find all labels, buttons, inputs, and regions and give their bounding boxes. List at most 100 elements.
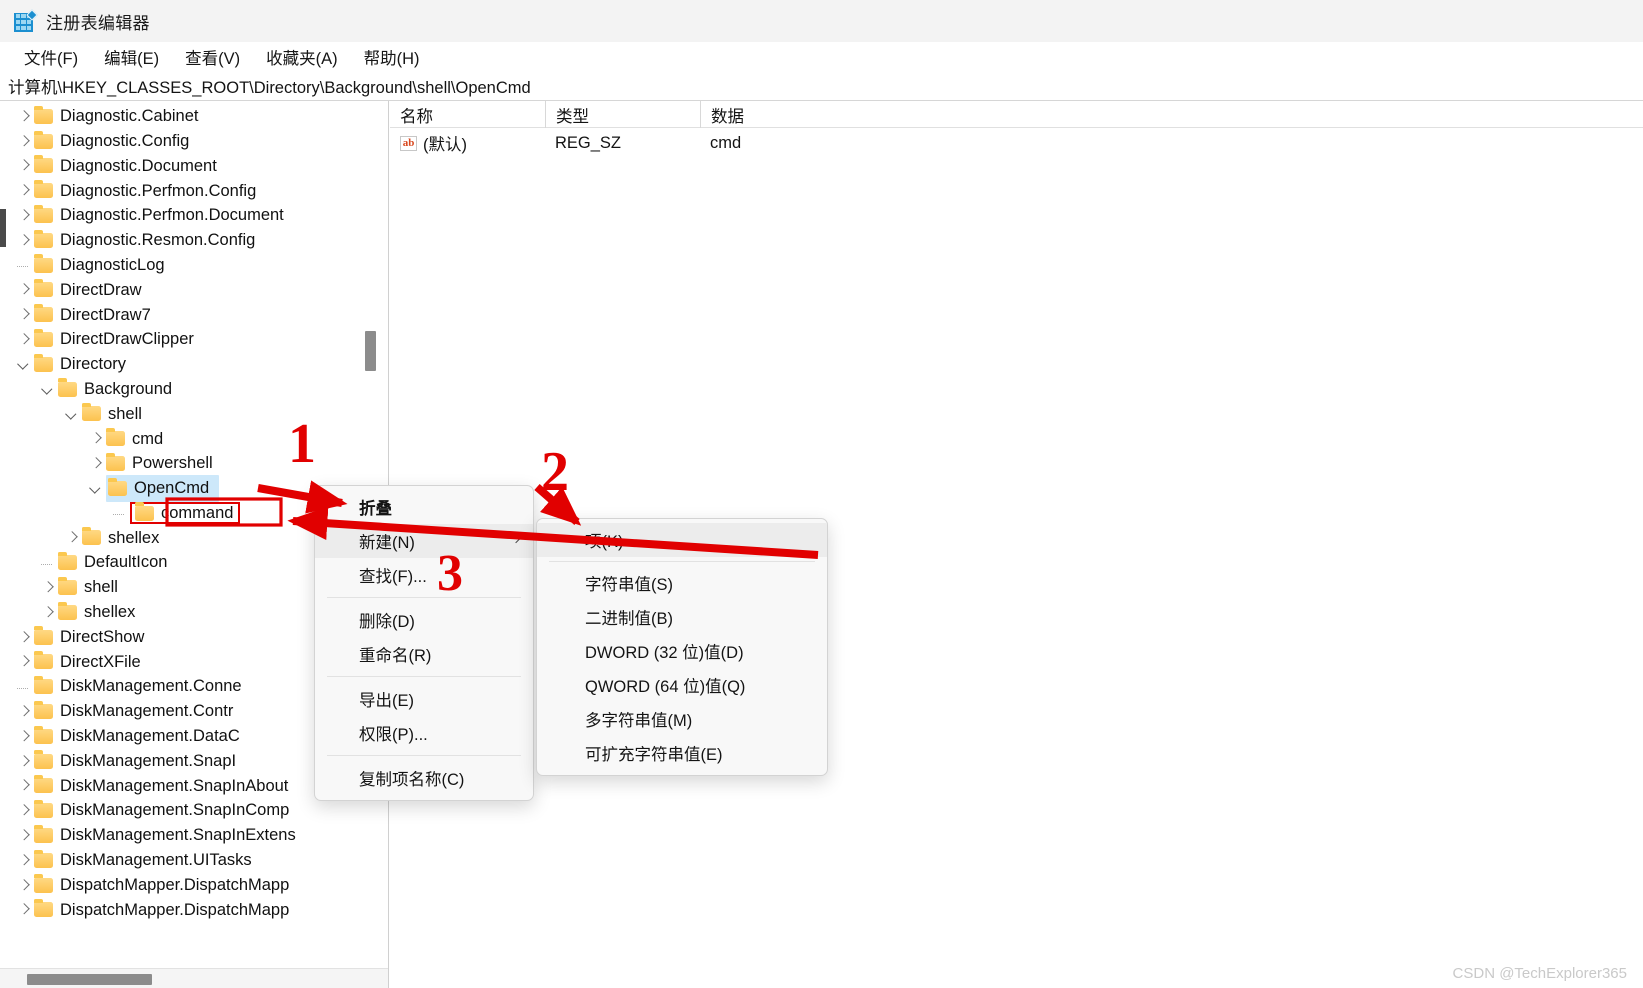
context-menu-item[interactable]: 查找(F)... xyxy=(315,558,533,592)
submenu-item[interactable]: 二进制值(B) xyxy=(537,600,827,634)
submenu-item-label: 字符串值(S) xyxy=(585,571,673,595)
tree-item-content: DiskManagement.SnapI xyxy=(34,753,236,770)
tree-item-directxfile[interactable]: DirectXFile xyxy=(0,650,366,675)
tree-item-shell[interactable]: shell xyxy=(0,575,366,600)
chevron-right-icon[interactable] xyxy=(14,826,34,846)
submenu-item[interactable]: 多字符串值(M) xyxy=(537,702,827,736)
tree-item-diskmanagement-uitasks[interactable]: DiskManagement.UITasks xyxy=(0,848,366,873)
chevron-down-icon[interactable] xyxy=(38,379,58,399)
chevron-right-icon[interactable] xyxy=(14,900,34,920)
submenu-item[interactable]: QWORD (64 位)值(Q) xyxy=(537,668,827,702)
chevron-right-icon[interactable] xyxy=(14,181,34,201)
chevron-right-icon[interactable] xyxy=(38,578,58,598)
chevron-right-icon[interactable] xyxy=(14,850,34,870)
tree-horizontal-scrollbar[interactable] xyxy=(0,968,388,988)
tree-item-directdraw[interactable]: DirectDraw xyxy=(0,278,366,303)
tree-item-diskmanagement-snapi[interactable]: DiskManagement.SnapI xyxy=(0,749,366,774)
tree-item-directory[interactable]: Directory xyxy=(0,352,366,377)
tree-item-diagnostic-resmon-config[interactable]: Diagnostic.Resmon.Config xyxy=(0,228,366,253)
tree-item-label: shellex xyxy=(108,530,159,547)
column-header-type[interactable]: 类型 xyxy=(545,101,700,128)
column-header-data[interactable]: 数据 xyxy=(700,101,1115,128)
chevron-right-icon[interactable] xyxy=(14,751,34,771)
tree-item-label: OpenCmd xyxy=(131,477,213,500)
tree-item-diskmanagement-conne[interactable]: DiskManagement.Conne xyxy=(0,674,366,699)
tree-horizontal-scroll-thumb[interactable] xyxy=(27,974,152,985)
menu-item-help[interactable]: 帮助(H) xyxy=(352,43,434,71)
submenu-item[interactable]: 可扩充字符串值(E) xyxy=(537,736,827,770)
chevron-right-icon[interactable] xyxy=(14,652,34,672)
submenu-item[interactable]: 字符串值(S) xyxy=(537,566,827,600)
chevron-right-icon[interactable] xyxy=(14,702,34,722)
context-menu-item[interactable]: 删除(D) xyxy=(315,603,533,637)
table-row[interactable]: ab (默认) REG_SZ cmd xyxy=(390,129,1643,157)
context-menu-item[interactable]: 重命名(R) xyxy=(315,637,533,671)
chevron-right-icon[interactable] xyxy=(14,330,34,350)
tree-item-content: DispatchMapper.DispatchMapp xyxy=(34,877,289,894)
chevron-right-icon[interactable] xyxy=(14,106,34,126)
tree-item-directdrawclipper[interactable]: DirectDrawClipper xyxy=(0,327,366,352)
chevron-right-icon[interactable] xyxy=(14,726,34,746)
tree-item-background[interactable]: Background xyxy=(0,377,366,402)
tree-item-dispatchmapper-dispatchmapp[interactable]: DispatchMapper.DispatchMapp xyxy=(0,873,366,898)
chevron-right-icon[interactable] xyxy=(14,776,34,796)
chevron-right-icon[interactable] xyxy=(14,230,34,250)
tree-item-dispatchmapper-dispatchmapp[interactable]: DispatchMapper.DispatchMapp xyxy=(0,898,366,923)
menu-item-favorites[interactable]: 收藏夹(A) xyxy=(254,43,352,71)
chevron-right-icon[interactable] xyxy=(14,627,34,647)
context-menu-item[interactable]: 折叠 xyxy=(315,490,533,524)
submenu-item[interactable]: 项(K) xyxy=(537,523,827,557)
tree-item-diskmanagement-snapinabout[interactable]: DiskManagement.SnapInAbout xyxy=(0,774,366,799)
chevron-right-icon[interactable] xyxy=(38,602,58,622)
tree-item-diagnostic-config[interactable]: Diagnostic.Config xyxy=(0,129,366,154)
tree-item-diagnostic-cabinet[interactable]: Diagnostic.Cabinet xyxy=(0,104,366,129)
string-value-icon: ab xyxy=(400,136,417,151)
tree-item-diskmanagement-snapincomp[interactable]: DiskManagement.SnapInComp xyxy=(0,798,366,823)
tree-item-diagnosticlog[interactable]: DiagnosticLog xyxy=(0,253,366,278)
tree-item-content: Diagnostic.Perfmon.Config xyxy=(34,183,256,200)
chevron-right-icon[interactable] xyxy=(62,528,82,548)
chevron-right-icon[interactable] xyxy=(14,305,34,325)
address-bar[interactable]: 计算机\HKEY_CLASSES_ROOT\Directory\Backgrou… xyxy=(0,72,1643,101)
menu-bar: 文件(F) 编辑(E) 查看(V) 收藏夹(A) 帮助(H) xyxy=(0,42,1643,72)
column-header-name[interactable]: 名称 xyxy=(390,101,545,128)
chevron-right-icon[interactable] xyxy=(14,206,34,226)
chevron-right-icon[interactable] xyxy=(14,280,34,300)
tree-item-diskmanagement-datac[interactable]: DiskManagement.DataC xyxy=(0,724,366,749)
tree-item-diskmanagement-contr[interactable]: DiskManagement.Contr xyxy=(0,699,366,724)
tree-item-diagnostic-document[interactable]: Diagnostic.Document xyxy=(0,154,366,179)
context-menu-item[interactable]: 权限(P)... xyxy=(315,716,533,750)
folder-icon xyxy=(108,481,127,496)
chevron-right-icon[interactable] xyxy=(14,131,34,151)
menu-item-edit[interactable]: 编辑(E) xyxy=(92,43,173,71)
tree-item-diagnostic-perfmon-document[interactable]: Diagnostic.Perfmon.Document xyxy=(0,203,366,228)
submenu-item[interactable]: DWORD (32 位)值(D) xyxy=(537,634,827,668)
chevron-down-icon[interactable] xyxy=(14,354,34,374)
menu-item-file[interactable]: 文件(F) xyxy=(12,43,92,71)
chevron-right-icon[interactable] xyxy=(86,429,106,449)
context-menu-item[interactable]: 导出(E) xyxy=(315,682,533,716)
tree-vertical-scroll-thumb[interactable] xyxy=(365,331,376,371)
tree-item-directshow[interactable]: DirectShow xyxy=(0,625,366,650)
tree-item-defaulticon[interactable]: DefaultIcon xyxy=(0,550,366,575)
chevron-right-icon[interactable] xyxy=(14,156,34,176)
tree-item-label: DirectDrawClipper xyxy=(60,331,194,348)
folder-icon xyxy=(34,134,53,149)
chevron-right-icon[interactable] xyxy=(14,801,34,821)
tree-item-diagnostic-perfmon-config[interactable]: Diagnostic.Perfmon.Config xyxy=(0,178,366,203)
chevron-down-icon[interactable] xyxy=(62,404,82,424)
chevron-down-icon[interactable] xyxy=(86,478,106,498)
tree-item-shellex[interactable]: shellex xyxy=(0,526,366,551)
chevron-right-icon[interactable] xyxy=(14,875,34,895)
tree-item-opencmd[interactable]: OpenCmd xyxy=(0,476,366,501)
folder-icon xyxy=(34,282,53,297)
tree-item-shellex[interactable]: shellex xyxy=(0,600,366,625)
submenu-item-label: 可扩充字符串值(E) xyxy=(585,741,723,765)
tree-item-diskmanagement-snapinextens[interactable]: DiskManagement.SnapInExtens xyxy=(0,823,366,848)
tree-item-command[interactable]: command xyxy=(0,501,366,526)
context-menu-item[interactable]: 新建(N) xyxy=(315,524,533,558)
chevron-right-icon[interactable] xyxy=(86,454,106,474)
context-menu-item[interactable]: 复制项名称(C) xyxy=(315,761,533,795)
menu-item-view[interactable]: 查看(V) xyxy=(173,43,254,71)
tree-item-directdraw7[interactable]: DirectDraw7 xyxy=(0,302,366,327)
